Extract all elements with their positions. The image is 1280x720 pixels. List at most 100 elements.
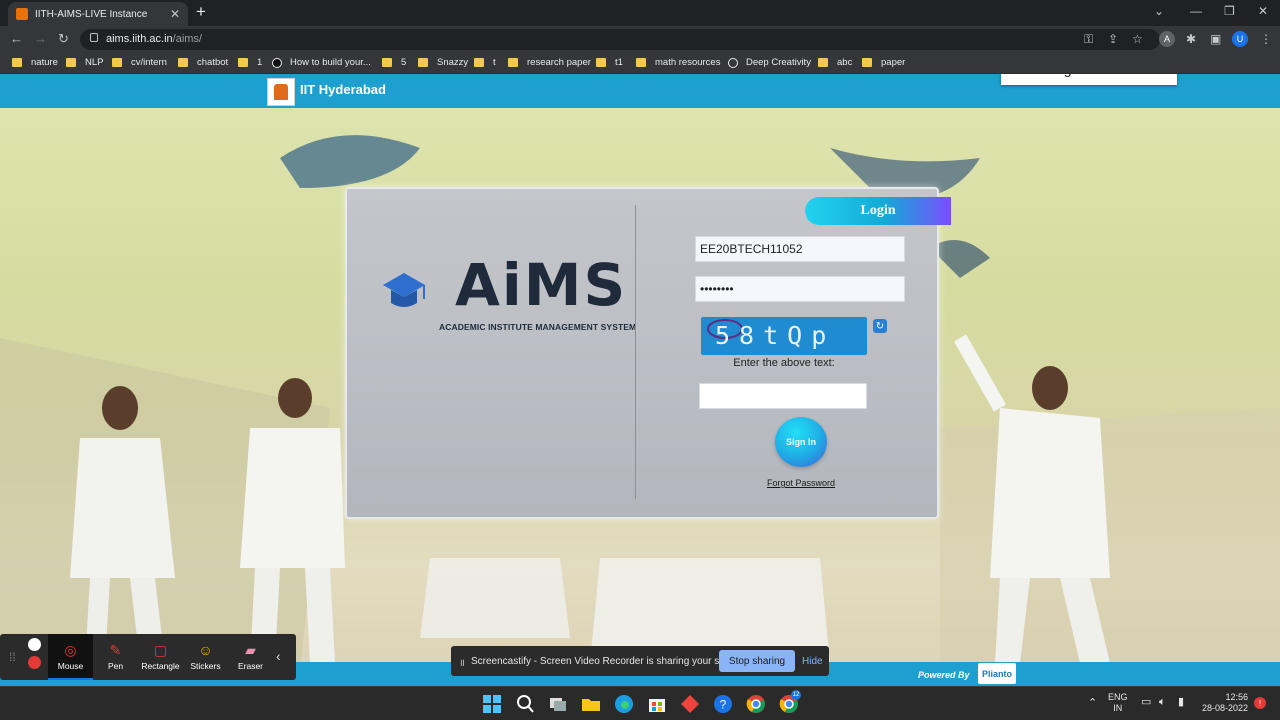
username-input[interactable] [695,236,905,262]
menu-kebab-icon[interactable]: ⋮ [1260,32,1272,46]
svg-text:?: ? [720,698,727,712]
screen-sharing-bar: ॥ Screencastify - Screen Video Recorder … [451,646,829,676]
globe-icon [728,57,738,68]
sticker-smiley-icon: ☺ [198,642,213,658]
folder-icon [178,58,188,67]
microsoft-store-icon[interactable] [647,694,667,714]
folder-icon [12,58,22,67]
back-icon[interactable]: ← [10,31,23,46]
tool-pen[interactable]: ✎ Pen [93,634,138,680]
stop-recording-icon[interactable] [28,656,41,669]
address-bar[interactable]: aims.iith.ac.in/aims/ ⚿ ⇪ ☆ [80,29,1160,50]
iit-hyderabad-logo [267,78,295,106]
browser-toolbar: ← → ↻ aims.iith.ac.in/aims/ ⚿ ⇪ ☆ A ✱ ▣ … [0,26,1280,52]
bookmark-star-icon[interactable]: ☆ [1132,32,1143,46]
network-icon[interactable]: ▭ [1141,697,1151,708]
file-explorer-icon[interactable] [581,694,601,714]
close-window-icon[interactable]: ✕ [1258,4,1268,18]
folder-icon [862,58,872,67]
bookmark-item[interactable]: t1 [596,57,623,68]
reload-icon[interactable]: ↻ [58,31,69,47]
profile-avatar[interactable]: U [1232,31,1248,47]
folder-icon [474,58,484,67]
aims-wordmark: AiMS [455,251,628,319]
tool-stickers[interactable]: ☺ Stickers [183,634,228,680]
bookmark-item[interactable]: abc [818,57,852,68]
folder-icon [418,58,428,67]
login-tab[interactable]: Login [805,197,951,225]
captcha-input[interactable] [699,383,867,409]
windows-start-icon[interactable] [482,694,502,714]
forgot-password-link[interactable]: Forgot Password [747,478,855,488]
folder-icon [238,58,248,67]
tool-mouse[interactable]: ◎ Mouse [48,634,93,680]
tool-rectangle[interactable]: ▢ Rectangle [138,634,183,680]
restore-icon[interactable]: ❐ [1224,4,1235,18]
forward-icon[interactable]: → [34,31,47,46]
powered-by-label: Powered By [918,670,970,680]
bookmark-item[interactable]: paper [862,57,905,68]
bookmark-item[interactable]: 5 [382,57,406,68]
rectangle-icon: ▢ [153,642,168,658]
bookmarks-bar: nature NLP cv/intern chatbot 1 How to bu… [0,52,1280,74]
bookmark-item[interactable]: chatbot [178,57,228,68]
collapse-chevron-icon[interactable]: ‹ [276,648,281,664]
notification-icon[interactable]: ! [1254,697,1266,709]
captcha-image: 58tQp [701,317,867,355]
tab-title: IITH-AIMS-LIVE Instance [35,8,148,20]
login-card: AiMS ACADEMIC INSTITUTE MANAGEMENT SYSTE… [345,187,951,519]
pause-recording-icon[interactable] [28,638,41,651]
hide-sharing-link[interactable]: Hide [802,656,823,667]
side-panel-icon[interactable]: ▣ [1210,32,1221,46]
task-view-icon[interactable] [548,694,568,714]
language-indicator[interactable]: ENG IN [1108,692,1128,714]
help-icon[interactable]: ? [713,694,733,714]
folder-icon [596,58,606,67]
extension-a-avatar[interactable]: A [1159,31,1175,47]
volume-icon[interactable]: 🔈︎ [1159,697,1166,708]
bookmark-item[interactable]: Deep Creativity [728,57,811,68]
key-icon[interactable]: ⚿ [1084,32,1093,47]
captcha-prompt: Enter the above text: [733,357,835,369]
search-icon[interactable] [515,694,535,714]
extensions-puzzle-icon[interactable]: ✱ [1186,32,1196,46]
share-icon[interactable]: ⇪ [1108,32,1118,46]
sharing-pause-icon: ॥ [459,658,465,669]
bookmark-item[interactable]: cv/intern [112,57,167,68]
bookmark-item[interactable]: t [474,57,496,68]
show-hidden-icons-icon[interactable]: ⌃ [1088,698,1097,709]
lock-icon [90,33,98,42]
close-tab-icon[interactable]: ✕ [170,7,180,21]
folder-icon [66,58,76,67]
new-tab-icon[interactable]: + [196,3,206,21]
tab-search-icon[interactable]: ⌄ [1154,4,1164,18]
address-url: aims.iith.ac.in/aims/ [106,33,202,45]
bookmark-item[interactable]: 1 [238,57,262,68]
minimize-icon[interactable]: — [1190,4,1202,18]
chrome-notification-badge: 12 [791,690,801,700]
drag-handle-icon[interactable]: ⁞⁞ [9,650,16,664]
edge-browser-icon[interactable] [614,694,634,714]
anydesk-icon[interactable] [680,694,700,714]
graduation-cap-icon [383,273,425,307]
bookmark-item[interactable]: research paper [508,57,591,68]
battery-icon[interactable]: ▮ [1178,697,1184,708]
captcha-refresh-icon[interactable]: ↻ [873,319,887,333]
clock[interactable]: 12:56 28-08-2022 [1198,692,1248,714]
stop-sharing-button[interactable]: Stop sharing [719,650,795,672]
record-controls [28,638,42,676]
bookmark-item[interactable]: math resources [636,57,720,68]
sign-in-button[interactable]: Sign In [775,417,827,467]
tool-eraser[interactable]: ▰ Eraser [228,634,273,680]
browser-tab[interactable]: IITH-AIMS-LIVE Instance ✕ [8,2,188,26]
password-input[interactable] [695,276,905,302]
chrome-icon[interactable] [746,694,766,714]
running-status-popup: Running... Please wait [1001,74,1177,85]
bookmark-item[interactable]: NLP [66,57,103,68]
eraser-icon: ▰ [245,642,256,658]
bookmark-item[interactable]: nature [12,57,58,68]
iith-favicon-icon [16,8,28,20]
plianto-logo: Plianto [978,663,1016,684]
bookmark-item[interactable]: How to build your... [272,57,371,68]
bookmark-item[interactable]: Snazzy [418,57,468,68]
